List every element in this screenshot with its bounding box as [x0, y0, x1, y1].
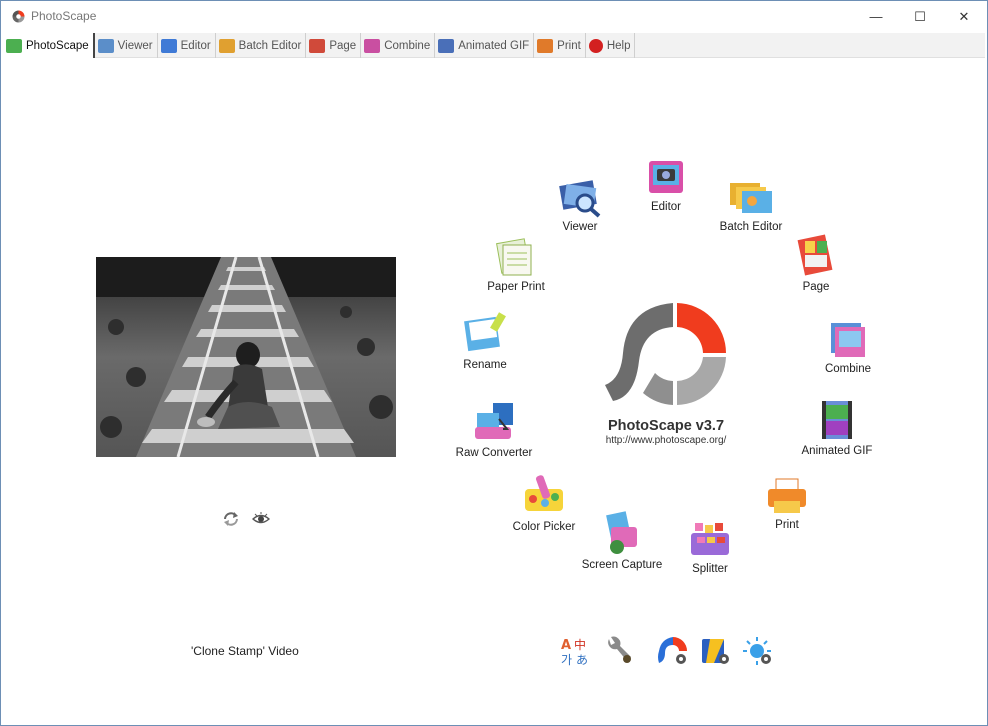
rename-icon: [464, 312, 506, 352]
batch-editor-button[interactable]: Batch Editor: [696, 177, 806, 233]
raw-converter-icon: [475, 403, 513, 439]
screen-capture-icon: [606, 511, 637, 554]
combine-tab-icon: [364, 38, 381, 53]
tab-label: Viewer: [117, 39, 153, 52]
tab-photoscape[interactable]: PhotoScape: [3, 33, 95, 58]
animated-gif-icon: [822, 401, 852, 439]
tab-page[interactable]: Page: [306, 33, 362, 58]
combine-button[interactable]: Combine: [793, 319, 903, 375]
clone-stamp-video-link[interactable]: 'Clone Stamp' Video: [191, 644, 299, 658]
photoscape-logo-icon: [12, 10, 25, 23]
tab-combine[interactable]: Combine: [361, 33, 436, 58]
viewer-icon: [559, 180, 601, 218]
railway-photo-image: [96, 257, 396, 457]
splitter-icon: [691, 523, 729, 555]
color-picker-icon: [525, 475, 563, 511]
title-bar[interactable]: PhotoScape — ☐ ✕: [1, 1, 987, 32]
tab-animated-gif[interactable]: Animated GIF: [435, 33, 535, 58]
print-tab-icon: [537, 38, 554, 53]
maximize-button[interactable]: ☐: [897, 1, 943, 32]
app-website-link[interactable]: http://www.photoscape.org/: [581, 435, 751, 446]
tab-viewer[interactable]: Viewer: [95, 33, 158, 58]
page-button[interactable]: Page: [761, 233, 871, 293]
splitter-button[interactable]: Splitter: [655, 519, 765, 575]
viewer-tab-icon: [97, 38, 114, 53]
svg-text:가: 가: [561, 653, 572, 667]
editor-icon: [649, 161, 683, 193]
svg-text:中: 中: [574, 637, 586, 652]
minimize-icon: —: [869, 9, 883, 24]
tab-label: Page: [329, 39, 357, 52]
tab-label: Batch Editor: [238, 39, 302, 52]
page-tab-icon: [309, 38, 326, 53]
tab-label: PhotoScape: [26, 39, 89, 52]
tab-editor[interactable]: Editor: [158, 33, 216, 58]
maximize-icon: ☐: [914, 8, 926, 24]
animated-gif-button[interactable]: Animated GIF: [782, 397, 892, 457]
svg-text:あ: あ: [576, 653, 588, 667]
batch-editor-icon: [730, 183, 772, 213]
photoscape-center-logo[interactable]: [603, 301, 727, 405]
viewer-label: Viewer: [562, 221, 598, 233]
combine-icon: [831, 323, 865, 357]
language-icon[interactable]: A 中 가 あ: [560, 635, 592, 667]
photoscape-x-icon[interactable]: [700, 635, 732, 667]
eye-icon[interactable]: [252, 511, 270, 527]
photoscape-window: PhotoScape — ☐ ✕ PhotoScape Viewer Edito…: [0, 0, 988, 726]
paper-print-icon: [496, 238, 532, 276]
wrench-icon[interactable]: [603, 635, 635, 667]
page-label: Page: [802, 281, 830, 293]
rename-button[interactable]: Rename: [430, 311, 540, 371]
paper-print-label: Paper Print: [487, 281, 545, 293]
splitter-label: Splitter: [692, 563, 728, 575]
tab-print[interactable]: Print: [534, 33, 586, 58]
raw-converter-label: Raw Converter: [455, 447, 533, 459]
tab-label: Help: [606, 39, 631, 52]
page-icon: [797, 234, 833, 276]
app-version-title: PhotoScape v3.7: [607, 418, 725, 434]
tab-bar: PhotoScape Viewer Editor Batch Editor Pa…: [3, 33, 985, 58]
batch-editor-label: Batch Editor: [719, 221, 783, 233]
sample-photo[interactable]: [96, 257, 396, 457]
animated-gif-tab-icon: [438, 38, 455, 53]
close-button[interactable]: ✕: [941, 1, 987, 32]
print-icon: [768, 478, 806, 513]
raw-converter-button[interactable]: Raw Converter: [439, 399, 549, 459]
rename-label: Rename: [463, 359, 507, 371]
animated-gif-label: Animated GIF: [801, 445, 873, 457]
brightness-icon[interactable]: [742, 635, 774, 667]
batch-editor-tab-icon: [218, 38, 235, 53]
paper-print-button[interactable]: Paper Print: [461, 237, 571, 293]
tab-label: Print: [557, 39, 581, 52]
tab-batch-editor[interactable]: Batch Editor: [216, 33, 307, 58]
tab-label: Combine: [384, 39, 431, 52]
photoscape-update-icon[interactable]: [657, 635, 689, 667]
window-title: PhotoScape: [31, 9, 97, 23]
tab-label: Animated GIF: [458, 39, 530, 52]
svg-text:A: A: [561, 638, 571, 653]
minimize-button[interactable]: —: [853, 1, 899, 32]
refresh-icon[interactable]: [222, 511, 240, 527]
photoscape-tab-icon: [6, 38, 22, 53]
combine-label: Combine: [824, 363, 872, 375]
close-icon: ✕: [958, 8, 970, 24]
help-tab-icon: [588, 38, 603, 53]
editor-tab-icon: [160, 38, 177, 53]
tab-help[interactable]: Help: [586, 33, 636, 58]
tab-label: Editor: [180, 39, 211, 52]
